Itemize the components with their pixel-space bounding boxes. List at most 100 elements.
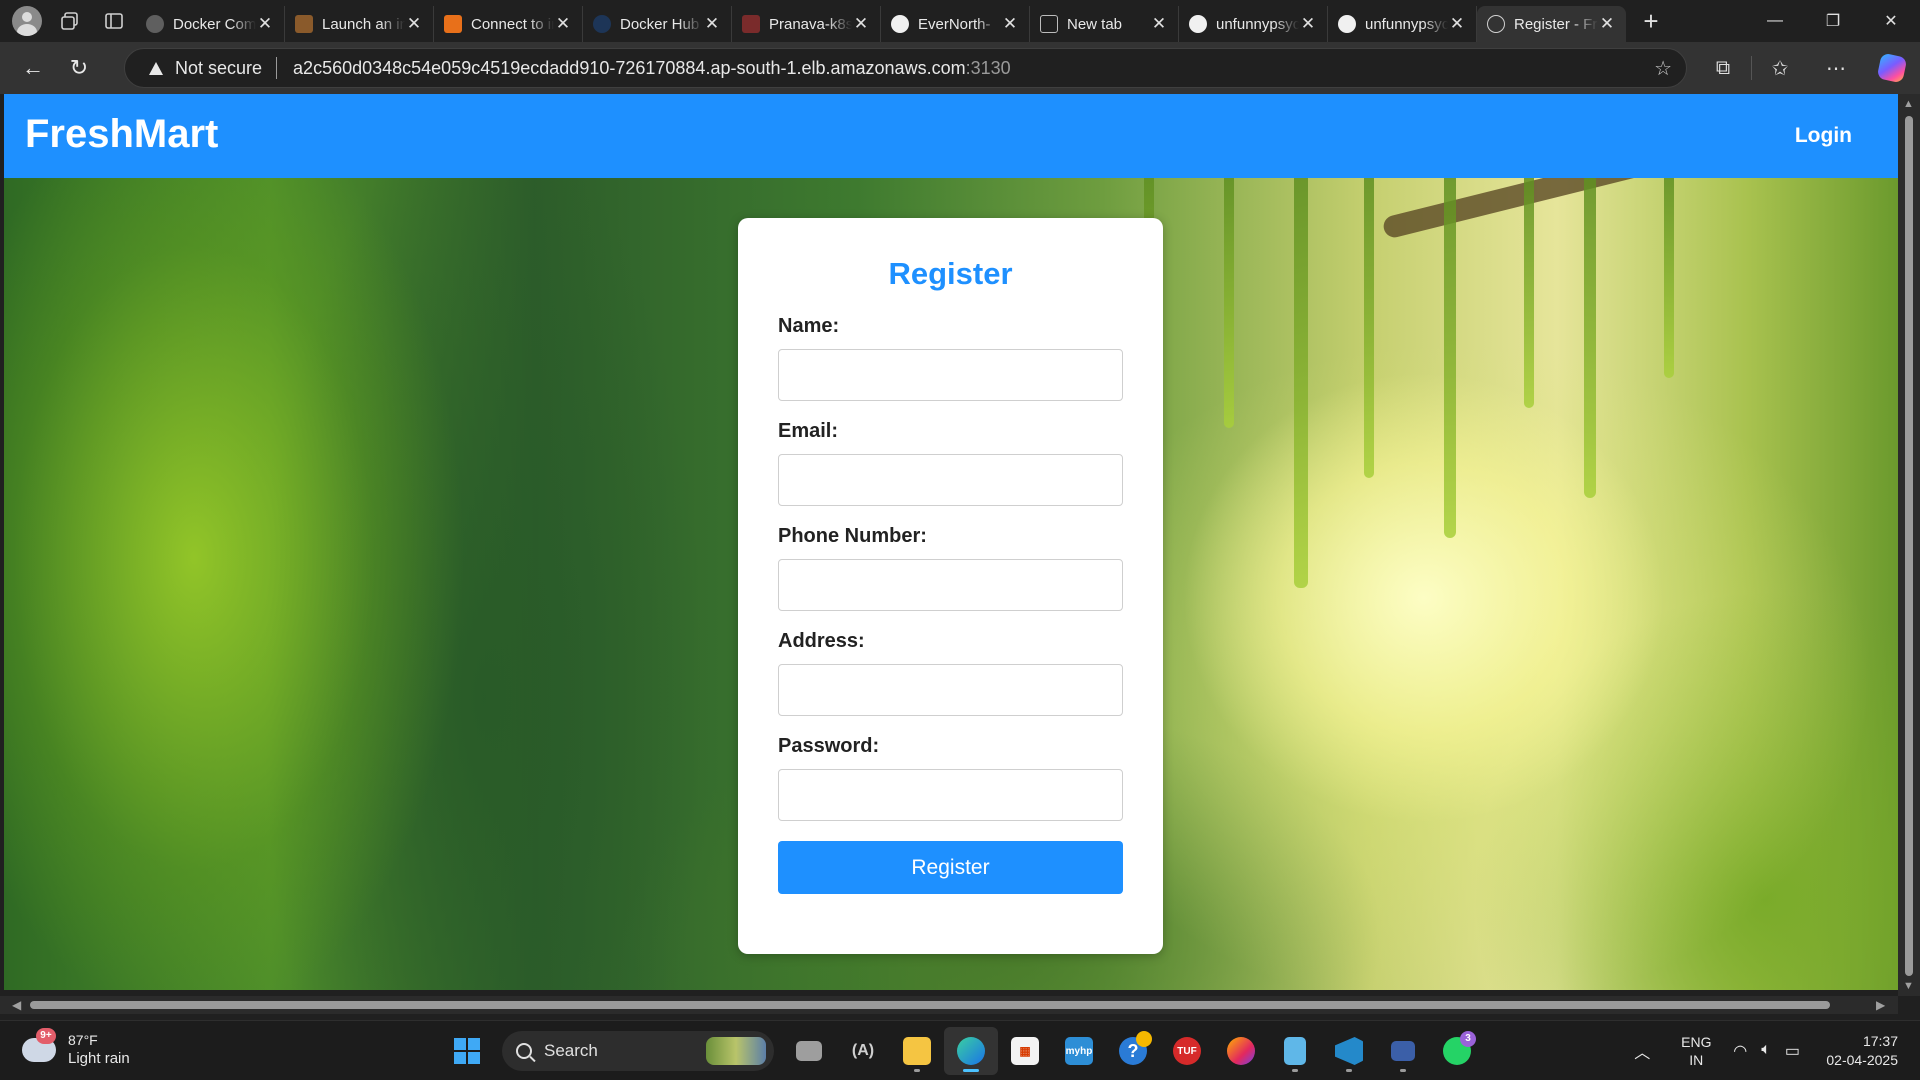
phone-field[interactable]: [778, 559, 1123, 611]
browser-tab[interactable]: Connect to instance ✕: [434, 6, 583, 42]
browser-tab[interactable]: Docker Hub ✕: [583, 6, 732, 42]
browser-tab[interactable]: EverNorth- ✕: [881, 6, 1030, 42]
volume-icon: 🔈︎: [1761, 1041, 1771, 1058]
vertical-scrollbar[interactable]: ▲ ▼: [1898, 94, 1920, 996]
cloud-rain-icon: 9+: [22, 1028, 56, 1062]
time: 17:37: [1862, 1033, 1898, 1049]
taskbar-search[interactable]: Search: [502, 1031, 774, 1071]
clock[interactable]: 17:37 02-04-2025: [1818, 1032, 1898, 1070]
password-field[interactable]: [778, 769, 1123, 821]
email-field[interactable]: [778, 454, 1123, 506]
github-icon: [1338, 15, 1356, 33]
vine: [1584, 178, 1596, 498]
address-field[interactable]: [778, 664, 1123, 716]
tab-title: New tab: [1067, 15, 1123, 33]
firefox-icon[interactable]: [1214, 1027, 1268, 1075]
close-tab-icon[interactable]: ✕: [554, 14, 572, 34]
system-tray: ︿ ENG IN ◠ 🔈︎ ▭ 17:37 02-04-2025: [1627, 1021, 1920, 1080]
url-host[interactable]: a2c560d0348c54e059c4519ecdadd910-7261708…: [293, 58, 966, 79]
language-indicator[interactable]: ENG IN: [1671, 1033, 1721, 1069]
password-label: Password:: [778, 735, 880, 757]
vine: [1664, 178, 1674, 378]
microsoft-store-icon[interactable]: ▦: [998, 1027, 1052, 1075]
security-label[interactable]: Not secure: [175, 58, 262, 79]
close-tab-icon[interactable]: ✕: [405, 14, 423, 34]
get-help-icon[interactable]: ?: [1106, 1027, 1160, 1075]
url-port[interactable]: :3130: [966, 58, 1011, 79]
close-tab-icon[interactable]: ✕: [852, 14, 870, 34]
copilot-icon[interactable]: [1864, 52, 1920, 84]
favorite-star-icon[interactable]: ☆: [1654, 56, 1672, 81]
start-button[interactable]: [440, 1027, 494, 1075]
task-view-icon[interactable]: [782, 1027, 836, 1075]
armoury-tuf-icon[interactable]: TUF: [1160, 1027, 1214, 1075]
scroll-down-icon[interactable]: ▼: [1903, 980, 1914, 992]
vertical-tabs-icon[interactable]: [92, 0, 136, 42]
close-window-icon[interactable]: ✕: [1862, 0, 1920, 42]
scrollbar-thumb[interactable]: [30, 1001, 1830, 1009]
scroll-up-icon[interactable]: ▲: [1903, 98, 1914, 110]
browser-tab-active[interactable]: Register - FreshMart ✕: [1477, 6, 1626, 42]
chevron-up-icon[interactable]: ︿: [1627, 1039, 1657, 1063]
tab-title: EverNorth-: [918, 15, 991, 33]
browser-tab[interactable]: Launch an instance ✕: [285, 6, 434, 42]
page-viewport: FreshMart Login Register Name: Email: Ph…: [4, 94, 1898, 996]
edge-icon[interactable]: [944, 1027, 998, 1075]
horizontal-scrollbar[interactable]: ◀ ▶: [0, 996, 1898, 1014]
extensions-icon[interactable]: ⧉: [1695, 57, 1751, 80]
scroll-left-icon[interactable]: ◀: [12, 998, 21, 1012]
restore-icon[interactable]: ❐: [1804, 0, 1862, 42]
browser-tab[interactable]: Pranava-k8s ✕: [732, 6, 881, 42]
wifi-icon: ◠: [1733, 1043, 1748, 1060]
browser-tab[interactable]: unfunnypsych ✕: [1328, 6, 1477, 42]
close-tab-icon[interactable]: ✕: [256, 14, 274, 34]
minimize-icon[interactable]: —: [1746, 0, 1804, 42]
workspaces-icon[interactable]: [48, 0, 92, 42]
vine: [1364, 178, 1374, 478]
search-label: Search: [544, 1041, 598, 1060]
myhp-icon[interactable]: myhp: [1052, 1027, 1106, 1075]
date: 02-04-2025: [1826, 1052, 1898, 1068]
docker-hub-icon: [593, 15, 611, 33]
notepad-icon[interactable]: [1268, 1027, 1322, 1075]
login-link[interactable]: Login: [1795, 124, 1852, 148]
profile-avatar-icon[interactable]: [12, 6, 42, 36]
name-field[interactable]: [778, 349, 1123, 401]
register-button[interactable]: Register: [778, 841, 1123, 894]
quick-settings[interactable]: ◠ 🔈︎ ▭: [1733, 1041, 1800, 1061]
new-tab-button[interactable]: +: [1630, 3, 1672, 39]
brand-logo[interactable]: FreshMart: [25, 112, 218, 157]
docker-docs-icon: [146, 15, 164, 33]
tab-title: unfunnypsych: [1365, 15, 1448, 33]
vscode-icon[interactable]: [1322, 1027, 1376, 1075]
close-tab-icon[interactable]: ✕: [1598, 14, 1616, 34]
close-tab-icon[interactable]: ✕: [1001, 14, 1019, 34]
address-bar[interactable]: Not secure a2c560d0348c54e059c4519ecdadd…: [124, 48, 1687, 88]
taskbar: 9+ 87°F Light rain Search (A) ▦ myhp ? T…: [0, 1020, 1920, 1080]
github-icon: [1189, 15, 1207, 33]
refresh-icon[interactable]: ↻: [56, 48, 102, 88]
browser-tab[interactable]: Docker Compose ✕: [136, 6, 285, 42]
visual-studio-icon[interactable]: (A): [836, 1027, 890, 1075]
github-icon: [891, 15, 909, 33]
whatsapp-icon[interactable]: 3: [1430, 1027, 1484, 1075]
scroll-right-icon[interactable]: ▶: [1876, 998, 1885, 1012]
browser-tab[interactable]: New tab ✕: [1030, 6, 1179, 42]
more-options-icon[interactable]: ⋯: [1808, 56, 1864, 81]
tab-title: Register - FreshMart: [1514, 15, 1598, 33]
browser-tab[interactable]: unfunnypsych ✕: [1179, 6, 1328, 42]
remote-desktop-icon[interactable]: [1376, 1027, 1430, 1075]
vine: [1294, 178, 1308, 588]
search-icon: [516, 1043, 532, 1059]
warning-icon[interactable]: [149, 61, 163, 75]
scrollbar-thumb[interactable]: [1905, 116, 1913, 976]
close-tab-icon[interactable]: ✕: [1448, 14, 1466, 34]
weather-widget[interactable]: 9+ 87°F Light rain: [22, 1028, 130, 1069]
back-arrow-icon[interactable]: ←: [10, 48, 56, 88]
close-tab-icon[interactable]: ✕: [1150, 14, 1168, 34]
file-explorer-icon[interactable]: [890, 1027, 944, 1075]
close-tab-icon[interactable]: ✕: [703, 14, 721, 34]
close-tab-icon[interactable]: ✕: [1299, 14, 1317, 34]
browser-toolbar: ← ↻ Not secure a2c560d0348c54e059c4519ec…: [0, 42, 1920, 94]
favorites-icon[interactable]: ✩: [1752, 56, 1808, 81]
